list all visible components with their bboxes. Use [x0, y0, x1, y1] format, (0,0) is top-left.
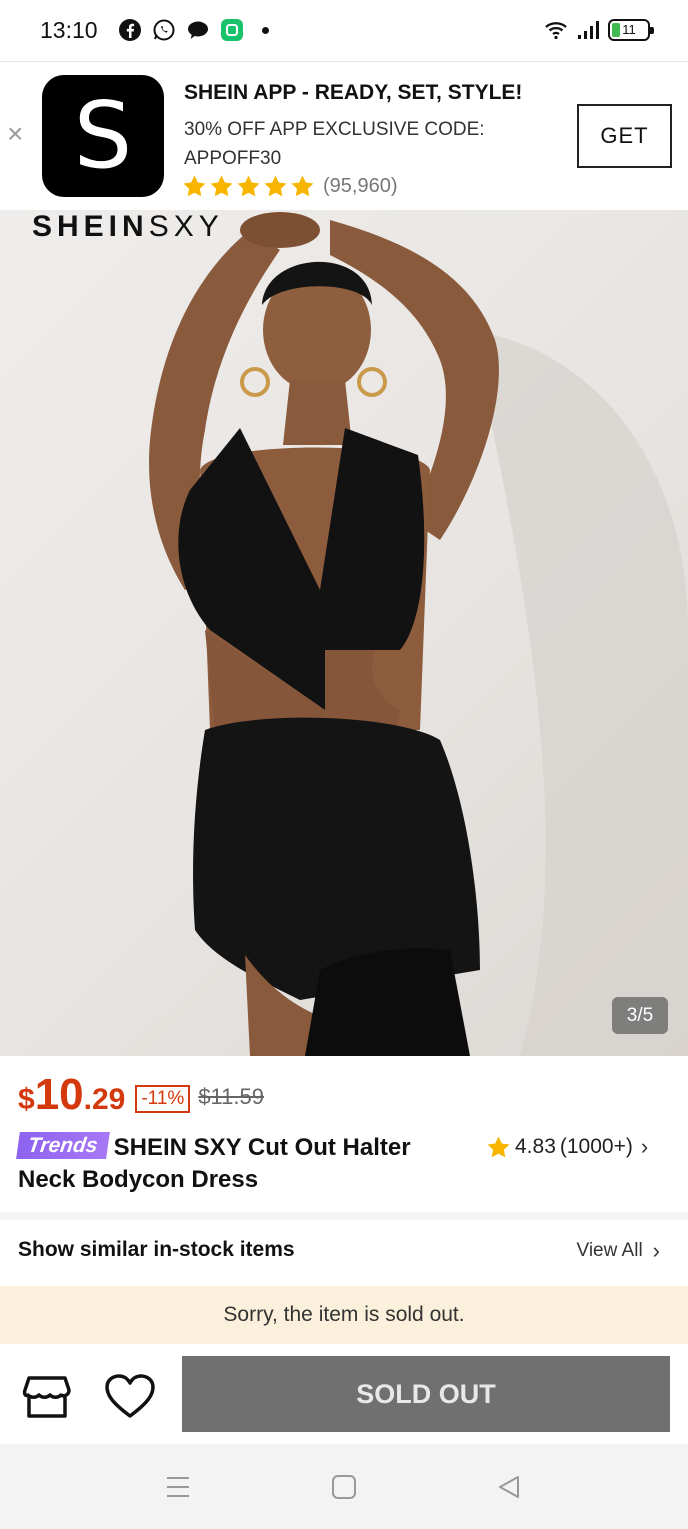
image-counter: 3/5 — [612, 997, 668, 1034]
star-icon — [237, 175, 260, 197]
status-time: 13:10 — [40, 17, 98, 43]
wifi-icon — [545, 22, 567, 40]
chevron-right-icon: › — [652, 1238, 660, 1263]
back-icon[interactable] — [496, 1474, 522, 1500]
banner-title: SHEIN APP - READY, SET, STYLE! — [184, 81, 523, 104]
status-bar: 13:10 11 — [0, 0, 688, 62]
price-cents: .29 — [83, 1083, 126, 1116]
view-all-link[interactable]: View All › — [576, 1238, 660, 1264]
system-icons: 11 — [544, 18, 654, 42]
brand-logo: SHEINSXY — [32, 210, 224, 243]
notification-icons — [118, 18, 269, 42]
app-install-banner: × S SHEIN APP - READY, SET, STYLE! 30% O… — [0, 63, 688, 210]
banner-rating-count: (95,960) — [323, 175, 398, 197]
product-title-block: Trends SHEIN SXY Cut Out Halter Neck Body… — [16, 1132, 468, 1196]
model-illustration — [149, 212, 688, 1056]
rating-count: (1000+) — [559, 1135, 633, 1158]
similar-items-row[interactable]: Show similar in-stock items View All › — [0, 1220, 688, 1286]
sold-out-notice: Sorry, the item is sold out. — [0, 1286, 688, 1344]
signal-icon — [578, 21, 599, 39]
product-image[interactable]: SHEINSXY 3/5 — [0, 210, 688, 1056]
chevron-right-icon: › — [640, 1134, 649, 1159]
price-main: 10 — [34, 1070, 84, 1119]
store-icon[interactable] — [22, 1374, 72, 1420]
star-icon — [487, 1136, 510, 1157]
banner-subtitle: 30% OFF APP EXCLUSIVE CODE: APPOFF30 — [184, 119, 485, 169]
star-icon — [264, 175, 287, 197]
star-icon — [183, 175, 206, 197]
price-row: $ 10 .29 -11% $11.59 — [18, 1070, 264, 1120]
chat-icon — [188, 21, 208, 39]
home-icon[interactable] — [331, 1474, 357, 1500]
system-nav-bar — [0, 1444, 688, 1529]
sold-out-button[interactable]: SOLD OUT — [182, 1356, 670, 1432]
heart-icon[interactable] — [104, 1374, 156, 1420]
price-currency: $ — [18, 1083, 35, 1116]
original-price: $11.59 — [198, 1084, 264, 1109]
similar-items-label: Show similar in-stock items — [18, 1238, 295, 1261]
discount-badge: -11% — [135, 1085, 191, 1113]
app-icon — [221, 19, 243, 41]
facebook-icon — [119, 19, 141, 41]
recent-apps-icon[interactable] — [165, 1474, 191, 1500]
rating-value: 4.83 — [515, 1135, 556, 1158]
bottom-action-bar: SOLD OUT — [0, 1344, 688, 1444]
banner-rating: (95,960) — [182, 174, 398, 199]
get-app-button[interactable]: GET — [577, 104, 672, 168]
star-icon — [210, 175, 233, 197]
trends-badge: Trends — [16, 1132, 110, 1159]
section-divider — [0, 1212, 688, 1220]
battery-level: 11 — [622, 22, 636, 37]
shein-app-logo: S — [42, 75, 164, 197]
close-icon[interactable]: × — [7, 120, 23, 148]
more-notifications-dot — [262, 26, 269, 34]
star-icon — [291, 175, 314, 197]
whatsapp-icon — [153, 19, 175, 41]
product-rating[interactable]: 4.83 (1000+) › — [486, 1134, 648, 1160]
battery-icon: 11 — [608, 19, 654, 41]
